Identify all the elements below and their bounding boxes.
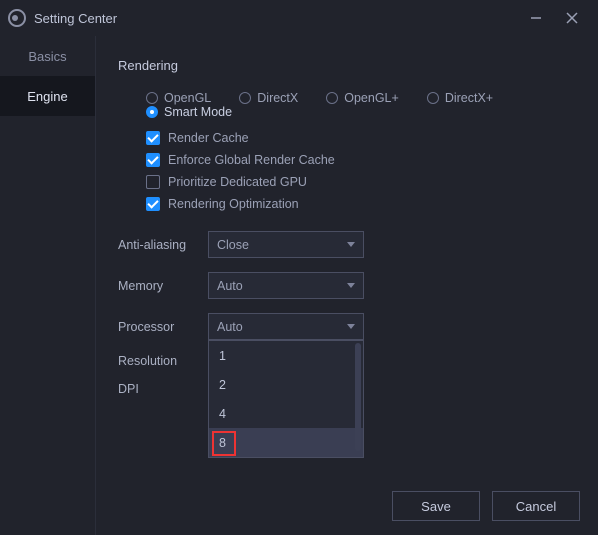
field-label: Anti-aliasing <box>118 238 208 252</box>
option-label: 2 <box>219 378 226 392</box>
radio-icon <box>427 92 439 104</box>
renderer-option-smart-mode[interactable]: Smart Mode <box>146 105 232 119</box>
checkbox-icon <box>146 153 160 167</box>
chevron-down-icon <box>347 242 355 247</box>
radio-icon <box>326 92 338 104</box>
footer-buttons: Save Cancel <box>392 491 580 521</box>
select-value: Close <box>217 238 249 252</box>
option-label: 4 <box>219 407 226 421</box>
select-value: Auto <box>217 320 243 334</box>
select-value: Auto <box>217 279 243 293</box>
renderer-option-opengl-plus[interactable]: OpenGL+ <box>326 91 399 105</box>
row-processor: Processor Auto 1 2 4 8 <box>118 313 576 340</box>
processor-option[interactable]: 8 <box>209 428 363 457</box>
check-prioritize-dedicated-gpu[interactable]: Prioritize Dedicated GPU <box>146 175 576 189</box>
check-enforce-global-render-cache[interactable]: Enforce Global Render Cache <box>146 153 576 167</box>
render-check-group: Render Cache Enforce Global Render Cache… <box>146 131 576 211</box>
app-icon <box>8 9 26 27</box>
main-panel: Rendering OpenGL DirectX OpenGL+ DirectX… <box>96 36 598 535</box>
radio-label: DirectX+ <box>445 91 493 105</box>
row-anti-aliasing: Anti-aliasing Close <box>118 231 576 258</box>
radio-icon <box>146 92 158 104</box>
field-label: Resolution <box>118 354 208 368</box>
radio-label: OpenGL+ <box>344 91 399 105</box>
field-label: DPI <box>118 382 208 396</box>
checkbox-icon <box>146 131 160 145</box>
chevron-down-icon <box>347 283 355 288</box>
radio-label: OpenGL <box>164 91 211 105</box>
sidebar-tab-label: Basics <box>28 49 66 64</box>
renderer-radio-group: OpenGL DirectX OpenGL+ DirectX+ Smart Mo… <box>146 91 576 119</box>
processor-select[interactable]: Auto <box>208 313 364 340</box>
field-label: Processor <box>118 320 208 334</box>
radio-label: DirectX <box>257 91 298 105</box>
checkbox-label: Rendering Optimization <box>168 197 299 211</box>
checkbox-label: Render Cache <box>168 131 249 145</box>
minimize-button[interactable] <box>518 0 554 36</box>
renderer-option-directx[interactable]: DirectX <box>239 91 298 105</box>
option-label: 1 <box>219 349 226 363</box>
checkbox-label: Enforce Global Render Cache <box>168 153 335 167</box>
renderer-option-opengl[interactable]: OpenGL <box>146 91 211 105</box>
scrollbar[interactable] <box>355 343 361 451</box>
window-title: Setting Center <box>34 11 117 26</box>
renderer-option-directx-plus[interactable]: DirectX+ <box>427 91 493 105</box>
sidebar: Basics Engine <box>0 36 96 535</box>
button-label: Cancel <box>516 499 556 514</box>
row-memory: Memory Auto <box>118 272 576 299</box>
chevron-down-icon <box>347 324 355 329</box>
anti-aliasing-select[interactable]: Close <box>208 231 364 258</box>
check-render-cache[interactable]: Render Cache <box>146 131 576 145</box>
processor-option[interactable]: 4 <box>209 399 363 428</box>
radio-icon <box>239 92 251 104</box>
memory-select[interactable]: Auto <box>208 272 364 299</box>
checkbox-label: Prioritize Dedicated GPU <box>168 175 307 189</box>
checkbox-icon <box>146 197 160 211</box>
option-label: 8 <box>219 436 226 450</box>
save-button[interactable]: Save <box>392 491 480 521</box>
check-rendering-optimization[interactable]: Rendering Optimization <box>146 197 576 211</box>
processor-option[interactable]: 1 <box>209 341 363 370</box>
radio-label: Smart Mode <box>164 105 232 119</box>
section-title: Rendering <box>118 58 576 73</box>
sidebar-tab-label: Engine <box>27 89 67 104</box>
field-label: Memory <box>118 279 208 293</box>
sidebar-tab-engine[interactable]: Engine <box>0 76 95 116</box>
processor-dropdown: 1 2 4 8 <box>208 340 364 458</box>
checkbox-icon <box>146 175 160 189</box>
processor-option[interactable]: 2 <box>209 370 363 399</box>
sidebar-tab-basics[interactable]: Basics <box>0 36 95 76</box>
radio-icon <box>146 106 158 118</box>
cancel-button[interactable]: Cancel <box>492 491 580 521</box>
close-button[interactable] <box>554 0 590 36</box>
title-bar: Setting Center <box>0 0 598 36</box>
button-label: Save <box>421 499 451 514</box>
